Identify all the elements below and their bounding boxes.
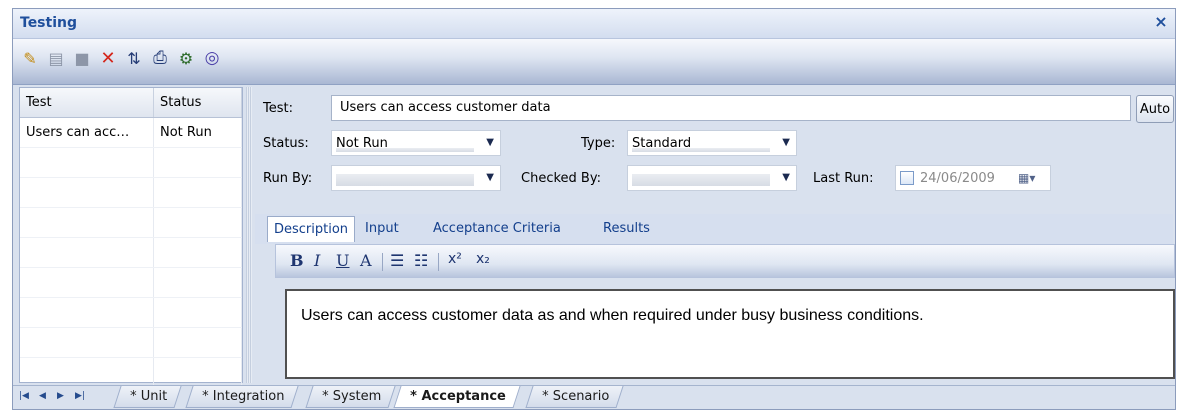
last-run-checkbox[interactable] — [900, 171, 914, 185]
table-row-empty — [20, 208, 242, 238]
title-bar: Testing × — [13, 9, 1175, 39]
sort-icon: ⇅ — [127, 48, 141, 68]
new-icon: ✎ — [23, 48, 37, 68]
properties-icon: ⚙ — [178, 48, 194, 68]
table-row-empty — [20, 148, 242, 178]
window-title: Testing — [20, 15, 77, 31]
copy-icon: ■ — [74, 48, 90, 68]
type-value: Standard — [632, 136, 692, 151]
checked-by-dropdown[interactable]: ▼ — [627, 165, 797, 191]
table-row[interactable]: Users can acc… Not Run — [20, 118, 242, 148]
font-color-button[interactable]: A — [360, 251, 372, 273]
help-icon: ◎ — [204, 48, 220, 68]
test-name-input[interactable]: Users can access customer data — [331, 95, 1131, 121]
main-toolbar: ✎ ▤ ■ ✕ ⇅ ⎙ ⚙ ◎ — [13, 39, 1175, 85]
column-header-status[interactable]: Status — [154, 88, 242, 117]
status-value: Not Run — [336, 136, 388, 151]
editor-toolbar: B I U A ☰ ☷ x² x₂ — [275, 244, 1175, 278]
save-button[interactable]: ▤ — [45, 47, 67, 69]
table-row-empty — [20, 298, 242, 328]
table-row-empty — [20, 358, 242, 388]
underline-button[interactable]: U — [336, 251, 349, 273]
chevron-down-icon: ▼ — [782, 172, 790, 183]
last-run-date-picker[interactable]: 24/06/2009 ▦▾ — [895, 165, 1051, 191]
auto-button[interactable]: Auto — [1136, 95, 1174, 123]
tab-integration[interactable]: * Integration — [185, 386, 299, 408]
description-text: Users can access customer data as and wh… — [301, 307, 924, 324]
table-row-empty — [20, 178, 242, 208]
description-editor[interactable]: Users can access customer data as and wh… — [285, 289, 1175, 379]
bullet-list-button[interactable]: ☰ — [390, 251, 404, 273]
last-run-date: 24/06/2009 — [920, 171, 995, 186]
type-dropdown[interactable]: Standard ▼ — [627, 130, 797, 156]
tab-description[interactable]: Description — [267, 216, 356, 242]
calendar-icon[interactable]: ▦▾ — [1018, 171, 1035, 185]
copy-button[interactable]: ■ — [71, 47, 93, 69]
subscript-button[interactable]: x₂ — [476, 251, 490, 273]
table-row-empty — [20, 238, 242, 268]
print-button[interactable]: ⎙ — [149, 47, 171, 69]
checked-by-label: Checked By: — [521, 171, 601, 186]
cell-status: Not Run — [154, 118, 242, 147]
grid-header: Test Status — [20, 88, 242, 118]
chevron-down-icon: ▼ — [486, 137, 494, 148]
help-button[interactable]: ◎ — [201, 47, 223, 69]
tab-acceptance[interactable]: * Acceptance — [393, 386, 521, 408]
save-icon: ▤ — [48, 48, 64, 68]
tab-system[interactable]: * System — [305, 386, 396, 408]
print-icon: ⎙ — [153, 48, 167, 68]
tab-acceptance-criteria[interactable]: Acceptance Criteria — [427, 216, 567, 242]
tab-results[interactable]: Results — [597, 216, 656, 242]
testing-window: Testing × ✎ ▤ ■ ✕ ⇅ ⎙ ⚙ ◎ Test Status Us… — [12, 8, 1176, 410]
numbered-list-button[interactable]: ☷ — [414, 251, 428, 273]
tab-unit[interactable]: * Unit — [113, 386, 182, 408]
run-by-label: Run By: — [263, 171, 313, 186]
chevron-down-icon: ▼ — [486, 172, 494, 183]
delete-button[interactable]: ✕ — [97, 47, 119, 69]
new-button[interactable]: ✎ — [19, 47, 41, 69]
status-label: Status: — [263, 136, 309, 151]
test-label: Test: — [263, 101, 293, 116]
superscript-button[interactable]: x² — [448, 251, 462, 273]
panel-splitter[interactable] — [246, 87, 252, 383]
status-dropdown[interactable]: Not Run ▼ — [331, 130, 501, 156]
test-list-grid: Test Status Users can acc… Not Run — [19, 87, 243, 388]
cell-test: Users can acc… — [20, 118, 154, 147]
bold-button[interactable]: B — [290, 251, 304, 273]
table-row-empty — [20, 328, 242, 358]
tab-scenario[interactable]: * Scenario — [525, 386, 624, 408]
tab-input[interactable]: Input — [359, 216, 405, 242]
toolbar-separator — [382, 253, 383, 271]
close-icon[interactable]: × — [1153, 14, 1169, 30]
bottom-tab-bar: |◀ ◀ ▶ ▶| * Unit * Integration * System … — [13, 385, 1175, 409]
chevron-down-icon: ▼ — [782, 137, 790, 148]
type-label: Type: — [581, 136, 616, 151]
toolbar-separator — [438, 253, 439, 271]
properties-button[interactable]: ⚙ — [175, 47, 197, 69]
last-tab-icon[interactable]: ▶| — [75, 391, 85, 401]
last-run-label: Last Run: — [813, 171, 874, 186]
next-tab-icon[interactable]: ▶ — [57, 391, 64, 401]
italic-button[interactable]: I — [314, 251, 320, 273]
previous-tab-icon[interactable]: ◀ — [39, 391, 46, 401]
run-by-dropdown[interactable]: ▼ — [331, 165, 501, 191]
detail-tabs: Description Input Acceptance Criteria Re… — [255, 214, 1173, 244]
first-tab-icon[interactable]: |◀ — [19, 391, 29, 401]
delete-icon: ✕ — [100, 47, 116, 69]
sort-button[interactable]: ⇅ — [123, 47, 145, 69]
table-row-empty — [20, 268, 242, 298]
column-header-test[interactable]: Test — [20, 88, 154, 117]
